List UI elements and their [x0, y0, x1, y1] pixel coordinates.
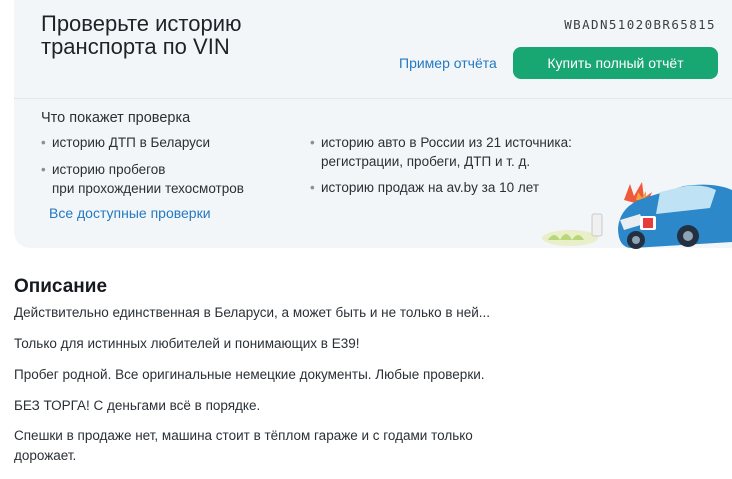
description-line: Спешки в продаже нет, машина стоит в тёп… [14, 428, 473, 463]
check-item-text: историю продаж на av.by за 10 лет [321, 180, 540, 195]
check-item: • историю продаж на av.by за 10 лет [310, 178, 539, 197]
check-item-text: историю пробегов при прохождении техосмо… [52, 162, 244, 196]
check-item: • историю авто в России из 21 источника:… [310, 133, 572, 171]
bullet: • [310, 135, 315, 150]
vin-check-title: Проверьте историю транспорта по VIN [41, 11, 242, 59]
all-checks-link[interactable]: Все доступные проверки [49, 205, 211, 221]
description-line: Пробег родной. Все оригинальные немецкие… [14, 367, 485, 382]
check-item-text: историю авто в России из 21 источника: р… [321, 135, 572, 169]
check-item-text: историю ДТП в Беларуси [52, 135, 211, 150]
description-heading: Описание [14, 276, 108, 297]
description-line: Только для истинных любителей и понимающ… [14, 336, 360, 351]
crashed-car-illustration [542, 182, 732, 249]
checks-heading: Что покажет проверка [41, 110, 191, 126]
check-item: • историю пробегов при прохождении техос… [41, 160, 244, 198]
description-line: БЕЗ ТОРГА! С деньгами всё в порядке. [14, 398, 261, 413]
bullet: • [41, 135, 46, 150]
bullet: • [310, 180, 315, 195]
bullet: • [41, 162, 46, 177]
card-divider [14, 98, 732, 99]
buy-full-report-button[interactable]: Купить полный отчёт [513, 47, 718, 79]
description-line: Действительно единственная в Беларуси, а… [14, 305, 491, 320]
check-item: • историю ДТП в Беларуси [41, 133, 210, 152]
sample-report-link[interactable]: Пример отчёта [399, 55, 497, 71]
vin-number: WBADN51020BR65815 [564, 17, 716, 32]
